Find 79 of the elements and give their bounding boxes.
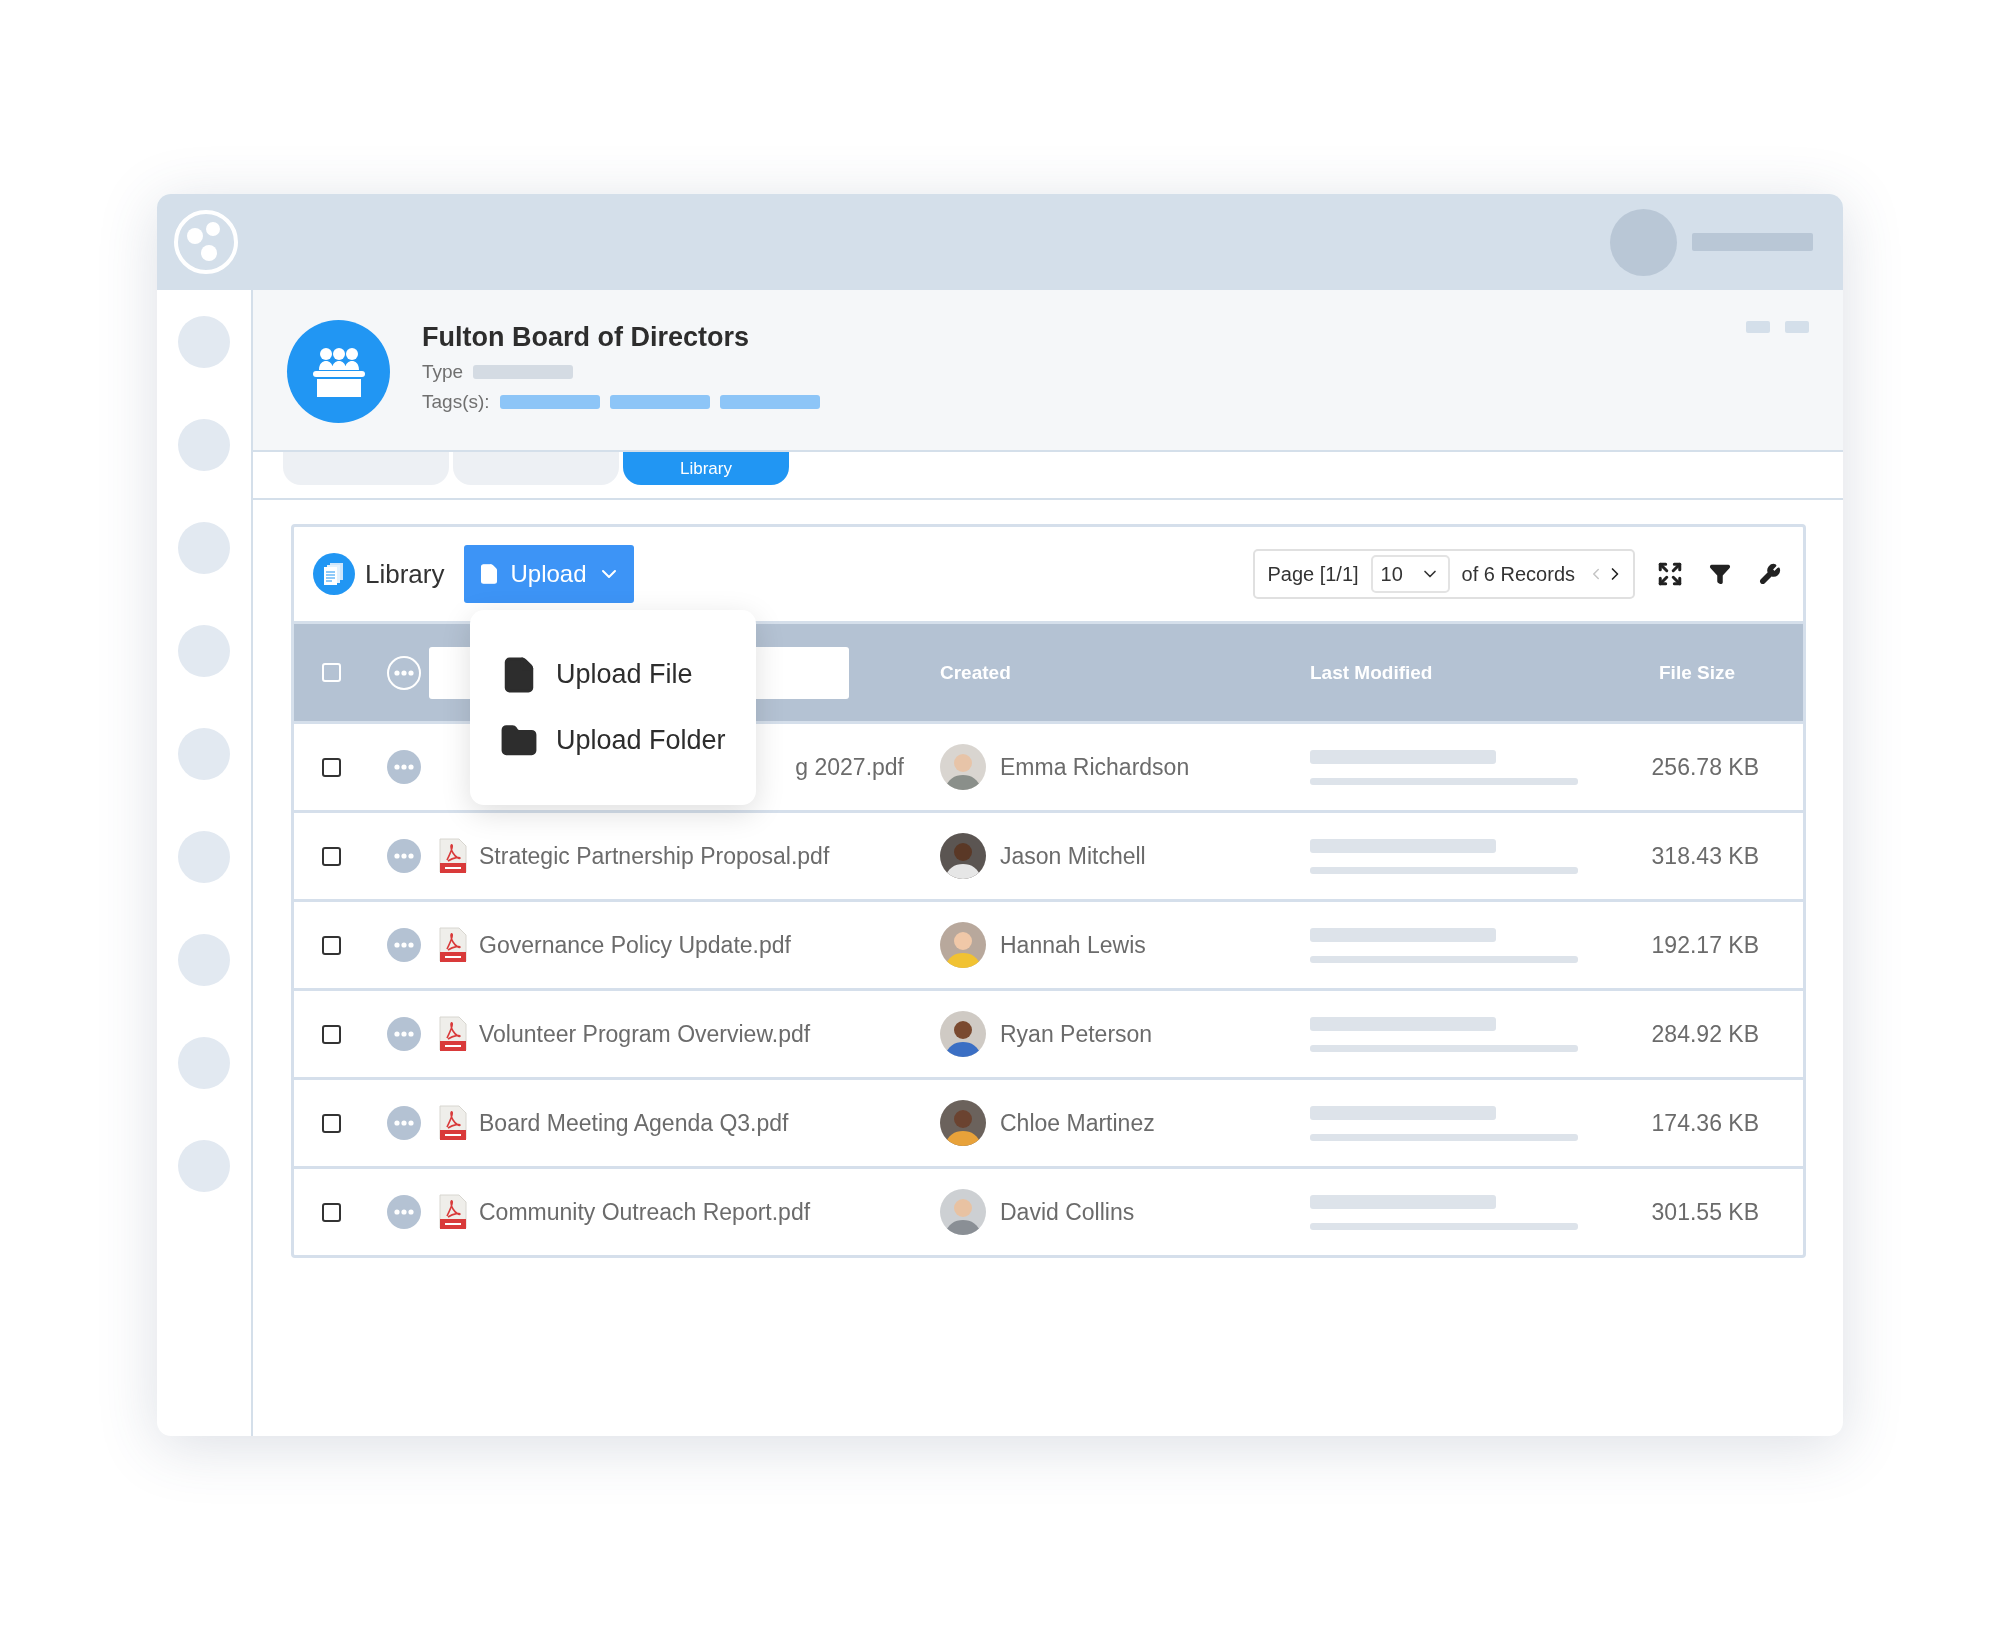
more-icon bbox=[394, 764, 414, 770]
menu-item[interactable]: Upload File bbox=[500, 655, 756, 694]
file-name[interactable]: Board Meeting Agenda Q3.pdf bbox=[479, 1109, 789, 1137]
row-checkbox[interactable] bbox=[322, 1113, 341, 1133]
upload-button[interactable]: Upload bbox=[464, 545, 635, 603]
tab[interactable]: Library bbox=[623, 452, 789, 485]
group-title: Fulton Board of Directors bbox=[422, 322, 750, 353]
tags-label: Tags(s): bbox=[422, 391, 490, 413]
avatar bbox=[940, 1011, 986, 1057]
sidebar-item[interactable] bbox=[178, 625, 230, 677]
sidebar-item[interactable] bbox=[178, 831, 230, 883]
filter-icon[interactable] bbox=[1709, 563, 1731, 585]
creator-name: Chloe Martinez bbox=[1000, 1109, 1155, 1137]
select-all-checkbox[interactable] bbox=[322, 663, 341, 682]
avatar bbox=[940, 1100, 986, 1146]
creator-name: Ryan Peterson bbox=[1000, 1020, 1153, 1048]
page-size-select[interactable]: 10 bbox=[1370, 555, 1450, 593]
pdf-file-icon bbox=[439, 1016, 467, 1052]
more-icon bbox=[394, 853, 414, 859]
creator-name: Hannah Lewis bbox=[1000, 931, 1146, 959]
tab[interactable] bbox=[453, 452, 619, 485]
row-checkbox[interactable] bbox=[322, 1202, 341, 1222]
more-button[interactable] bbox=[387, 1106, 421, 1140]
sidebar-item[interactable] bbox=[178, 316, 230, 368]
avatar bbox=[940, 744, 986, 790]
sidebar-item[interactable] bbox=[178, 1140, 230, 1192]
sidebar-item[interactable] bbox=[178, 934, 230, 986]
avatar bbox=[940, 833, 986, 879]
creator-name: David Collins bbox=[1000, 1198, 1135, 1226]
file-name[interactable]: Community Outreach Report.pdf bbox=[479, 1198, 811, 1226]
file-size: 284.92 KB bbox=[1651, 1020, 1760, 1048]
file-name[interactable]: Strategic Partnership Proposal.pdf bbox=[479, 842, 830, 870]
more-button[interactable] bbox=[387, 839, 421, 873]
tab[interactable] bbox=[283, 452, 449, 485]
file-size: 301.55 KB bbox=[1651, 1198, 1760, 1226]
more-icon bbox=[394, 1209, 414, 1215]
logo-icon bbox=[173, 209, 239, 275]
more-icon bbox=[394, 1120, 414, 1126]
creator-name: Jason Mitchell bbox=[1000, 842, 1146, 870]
row-checkbox[interactable] bbox=[322, 1024, 341, 1044]
more-button[interactable] bbox=[387, 1017, 421, 1051]
row-checkbox[interactable] bbox=[322, 846, 341, 866]
library-icon bbox=[313, 553, 355, 595]
avatar bbox=[940, 1189, 986, 1235]
library-title: Library bbox=[365, 558, 445, 590]
row-checkbox[interactable] bbox=[322, 757, 341, 777]
more-icon bbox=[394, 942, 414, 948]
sidebar-item[interactable] bbox=[178, 419, 230, 471]
file-name[interactable]: g 2027.pdf bbox=[795, 753, 904, 781]
more-icon bbox=[394, 1031, 414, 1037]
more-button[interactable] bbox=[387, 928, 421, 962]
settings-icon[interactable] bbox=[1759, 563, 1781, 585]
expand-icon[interactable] bbox=[1657, 561, 1683, 587]
pdf-file-icon bbox=[439, 1194, 467, 1230]
pdf-file-icon bbox=[439, 1105, 467, 1141]
records-count: of 6 Records bbox=[1461, 562, 1575, 586]
type-label: Type bbox=[422, 361, 464, 383]
page-indicator: Page [1/1] bbox=[1267, 562, 1359, 586]
avatar bbox=[940, 922, 986, 968]
more-button[interactable] bbox=[387, 750, 421, 784]
pdf-file-icon bbox=[439, 927, 467, 963]
sidebar-item[interactable] bbox=[178, 1037, 230, 1089]
creator-name: Emma Richardson bbox=[1000, 753, 1190, 781]
header-action[interactable] bbox=[1746, 321, 1770, 333]
file-size: 174.36 KB bbox=[1651, 1109, 1760, 1137]
menu-item[interactable]: Upload Folder bbox=[500, 721, 756, 760]
header-action[interactable] bbox=[1785, 321, 1809, 333]
more-icon bbox=[394, 669, 414, 676]
file-size: 256.78 KB bbox=[1651, 753, 1760, 781]
file-name[interactable]: Volunteer Program Overview.pdf bbox=[479, 1020, 811, 1048]
file-name[interactable]: Governance Policy Update.pdf bbox=[479, 931, 791, 959]
row-checkbox[interactable] bbox=[322, 935, 341, 955]
sidebar-item[interactable] bbox=[178, 522, 230, 574]
file-size: 192.17 KB bbox=[1651, 931, 1760, 959]
pdf-file-icon bbox=[439, 838, 467, 874]
sidebar-item[interactable] bbox=[178, 728, 230, 780]
more-button[interactable] bbox=[387, 655, 421, 690]
more-button[interactable] bbox=[387, 1195, 421, 1229]
file-size: 318.43 KB bbox=[1651, 842, 1760, 870]
